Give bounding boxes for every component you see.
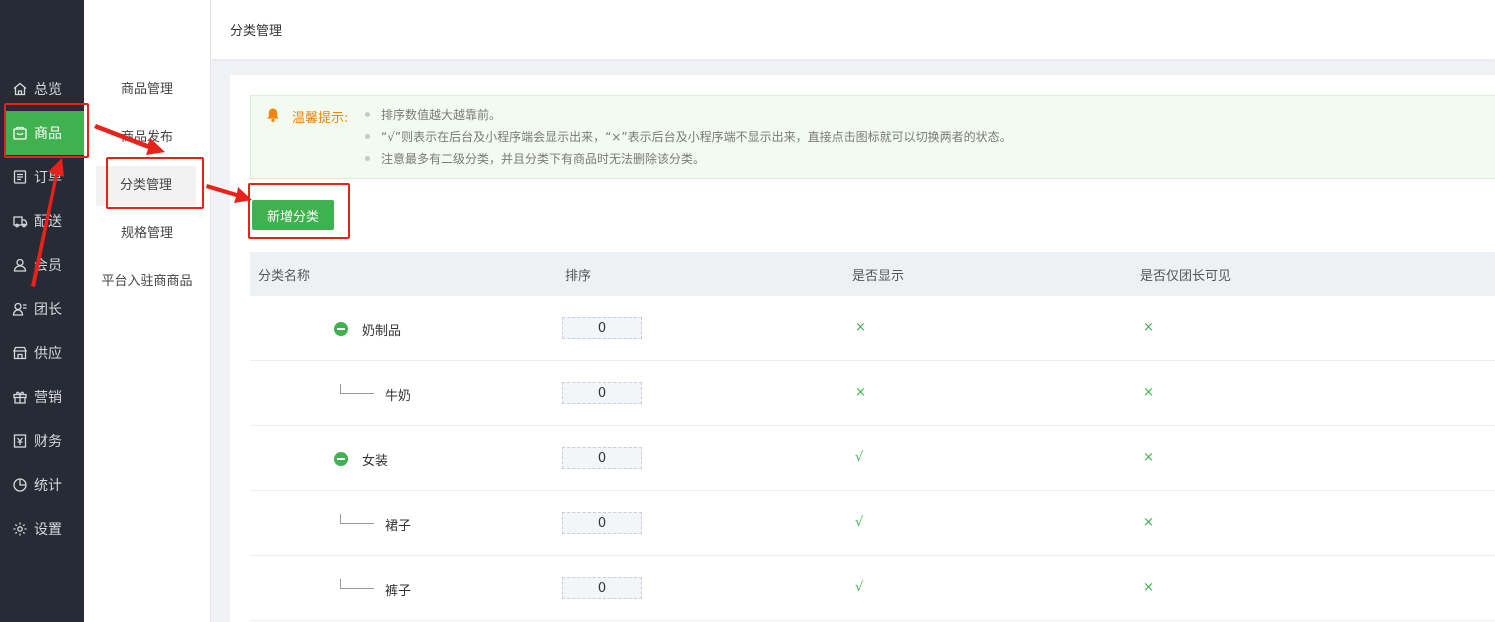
show-toggle[interactable]: × — [855, 320, 866, 335]
nav-label: 总览 — [34, 82, 62, 98]
nav-label: 财务 — [34, 434, 62, 450]
tip-line: 注意最多有二级分类，并且分类下有商品时无法删除该分类。 — [361, 151, 1012, 173]
tree-line — [340, 514, 374, 524]
show-toggle[interactable]: √ — [855, 580, 863, 595]
subnav-item-goods-publish[interactable]: 商品发布 — [84, 118, 210, 158]
table-header: 分类名称 排序 是否显示 是否仅团长可见 — [250, 252, 1495, 296]
nav-item-settings[interactable]: 设置 — [0, 507, 84, 551]
show-toggle[interactable]: × — [855, 385, 866, 400]
column-header-name: 分类名称 — [258, 269, 311, 284]
table-row: 奶制品 × × — [250, 296, 1495, 361]
nav-item-delivery[interactable]: 配送 — [0, 199, 84, 243]
table-row: 裤子 √ × — [250, 556, 1495, 621]
table-row: 女装 √ × — [250, 426, 1495, 491]
nav-item-marketing[interactable]: 营销 — [0, 375, 84, 419]
nav-item-leader[interactable]: 团长 — [0, 287, 84, 331]
tip-box: 温馨提示: 排序数值越大越靠前。 “√”则表示在后台及小程序端会显示出来，“×”… — [250, 95, 1495, 179]
leader-only-toggle[interactable]: × — [1143, 450, 1154, 465]
leader-icon — [12, 301, 28, 317]
category-name: 裙子 — [385, 519, 412, 534]
page-title: 分类管理 — [230, 24, 283, 39]
annotation-box-category — [106, 157, 204, 209]
table-row: 裙子 √ × — [250, 491, 1495, 556]
gift-icon — [12, 389, 28, 405]
bell-icon — [267, 108, 279, 122]
tip-label: 温馨提示: — [292, 111, 349, 126]
sort-input[interactable] — [562, 317, 642, 339]
nav-label: 配送 — [34, 214, 62, 230]
column-header-sort: 排序 — [565, 269, 592, 284]
nav-item-order[interactable]: 订单 — [0, 155, 84, 199]
category-name: 牛奶 — [385, 389, 412, 404]
sort-input[interactable] — [562, 512, 642, 534]
tip-line: “√”则表示在后台及小程序端会显示出来，“×”表示后台及小程序端不显示出来，直接… — [361, 129, 1012, 151]
nav-item-stats[interactable]: 统计 — [0, 463, 84, 507]
tree-line — [340, 384, 374, 394]
collapse-icon[interactable] — [334, 322, 348, 336]
nav-label: 营销 — [34, 390, 62, 406]
tip-line: 排序数值越大越靠前。 — [361, 107, 1012, 129]
table-row: 牛奶 × × — [250, 361, 1495, 426]
nav-label: 团长 — [34, 302, 62, 318]
sort-input[interactable] — [562, 577, 642, 599]
gear-icon — [12, 521, 28, 537]
leader-only-toggle[interactable]: × — [1143, 320, 1154, 335]
leader-only-toggle[interactable]: × — [1143, 580, 1154, 595]
main-content: 温馨提示: 排序数值越大越靠前。 “√”则表示在后台及小程序端会显示出来，“×”… — [230, 75, 1495, 622]
collapse-icon[interactable] — [334, 452, 348, 466]
nav-item-finance[interactable]: 财务 — [0, 419, 84, 463]
supply-icon — [12, 345, 28, 361]
primary-sidebar: 总览 商品 订单 配送 会员 团长 供应 营销 财务 统计 设置 — [0, 0, 84, 622]
annotation-box-goods — [4, 103, 89, 158]
show-toggle[interactable]: √ — [855, 515, 863, 530]
category-name: 女装 — [362, 454, 389, 469]
nav-label: 设置 — [34, 522, 62, 538]
nav-label: 订单 — [34, 170, 62, 186]
nav-label: 供应 — [34, 346, 62, 362]
home-icon — [12, 81, 28, 97]
stats-icon — [12, 477, 28, 493]
leader-only-toggle[interactable]: × — [1143, 515, 1154, 530]
nav-item-supply[interactable]: 供应 — [0, 331, 84, 375]
tip-list: 排序数值越大越靠前。 “√”则表示在后台及小程序端会显示出来，“×”表示后台及小… — [361, 107, 1012, 173]
secondary-sidebar: 商品管理 商品发布 分类管理 规格管理 平台入驻商商品 — [84, 0, 211, 622]
subnav-item-merchant-goods[interactable]: 平台入驻商商品 — [84, 262, 210, 302]
column-header-leader-only: 是否仅团长可见 — [1140, 269, 1232, 284]
order-icon — [12, 169, 28, 185]
sort-input[interactable] — [562, 447, 642, 469]
column-header-show: 是否显示 — [852, 269, 905, 284]
sort-input[interactable] — [562, 382, 642, 404]
annotation-box-add — [248, 183, 350, 239]
nav-label: 统计 — [34, 478, 62, 494]
tree-line — [340, 579, 374, 589]
leader-only-toggle[interactable]: × — [1143, 385, 1154, 400]
finance-icon — [12, 433, 28, 449]
delivery-icon — [12, 213, 28, 229]
show-toggle[interactable]: √ — [855, 450, 863, 465]
nav-label: 会员 — [34, 258, 62, 274]
subnav-item-spec-manage[interactable]: 规格管理 — [84, 214, 210, 254]
category-name: 奶制品 — [362, 324, 402, 339]
top-header: 分类管理 — [211, 0, 1495, 59]
subnav-item-goods-manage[interactable]: 商品管理 — [84, 70, 210, 110]
member-icon — [12, 257, 28, 273]
nav-item-member[interactable]: 会员 — [0, 243, 84, 287]
category-name: 裤子 — [385, 584, 412, 599]
